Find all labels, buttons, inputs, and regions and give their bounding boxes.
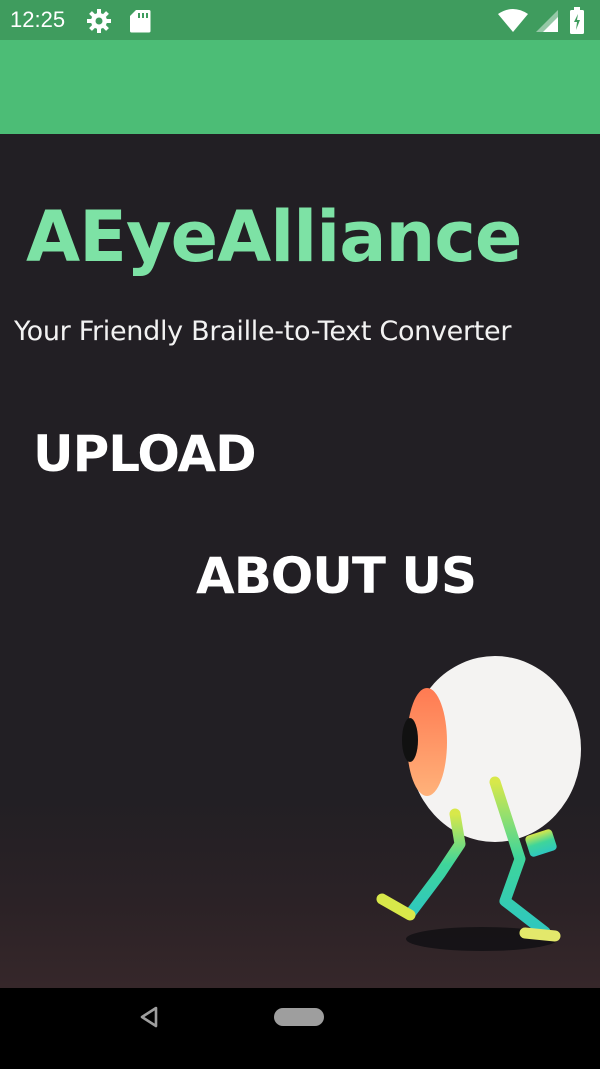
status-time: 12:25	[10, 7, 66, 32]
app-bar	[0, 40, 600, 134]
sd-card-icon	[130, 10, 151, 33]
gear-icon	[87, 9, 111, 33]
wifi-icon	[498, 9, 528, 32]
app-subtitle: Your Friendly Braille-to-Text Converter	[14, 316, 512, 347]
main-content: AEyeAlliance Your Friendly Braille-to-Te…	[0, 134, 600, 988]
status-bar: 12:25	[0, 0, 600, 40]
mascot-front-foot	[376, 893, 416, 921]
mascot-pupil	[402, 718, 418, 762]
signal-icon	[536, 10, 558, 32]
mascot-front-leg	[404, 808, 466, 920]
walking-eyeball-mascot	[376, 656, 581, 951]
back-icon[interactable]	[138, 1006, 160, 1028]
mascot-back-foot	[519, 927, 561, 942]
navigation-bar	[0, 988, 600, 1069]
about-us-button[interactable]: ABOUT US	[196, 546, 477, 606]
home-pill-icon[interactable]	[274, 1008, 324, 1026]
battery-icon	[570, 7, 584, 34]
app-title: AEyeAlliance	[26, 196, 522, 278]
upload-button[interactable]: UPLOAD	[33, 424, 257, 484]
